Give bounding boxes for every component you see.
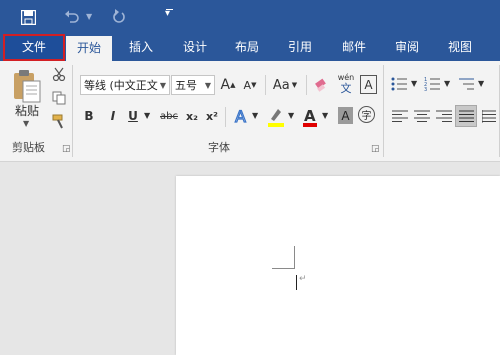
tab-file[interactable]: 文件 bbox=[3, 34, 65, 61]
save-icon[interactable] bbox=[21, 10, 36, 25]
character-border-label: A bbox=[364, 77, 373, 92]
tab-view[interactable]: 视图 bbox=[437, 34, 483, 61]
font-color-icon[interactable]: A bbox=[302, 106, 318, 128]
tab-review[interactable]: 审阅 bbox=[384, 34, 430, 61]
svg-text:3: 3 bbox=[424, 87, 427, 92]
grow-font-button[interactable]: A ▲ bbox=[219, 75, 237, 95]
change-case-label: Aa bbox=[272, 77, 290, 93]
font-size-combobox[interactable]: 五号 ▼ bbox=[171, 75, 215, 95]
tab-mailings[interactable]: 邮件 bbox=[331, 34, 377, 61]
ribbon: 粘贴 ▼ 剪贴板 ◲ 等线 (中文正文 ▼ 五号 ▼ A ▲ A ▼ Aa ▼ wén… bbox=[0, 61, 500, 162]
tab-references[interactable]: 引用 bbox=[277, 34, 323, 61]
text-effects-dropdown-icon[interactable]: ▼ bbox=[252, 111, 258, 120]
undo-dropdown-icon[interactable]: ▼ bbox=[86, 12, 92, 21]
margin-corner-mark bbox=[272, 268, 295, 269]
phonetic-guide-char: 文 bbox=[340, 82, 352, 95]
underline-button[interactable]: U bbox=[126, 107, 140, 125]
paste-dropdown-icon[interactable]: ▼ bbox=[23, 119, 29, 128]
svg-text:A: A bbox=[235, 107, 246, 125]
phonetic-guide-pinyin: wén bbox=[337, 73, 355, 82]
enclose-characters-button[interactable]: 字 bbox=[358, 106, 375, 123]
tab-home[interactable]: 开始 bbox=[66, 36, 112, 61]
font-color-dropdown-icon[interactable]: ▼ bbox=[322, 111, 328, 120]
clipboard-dialog-launcher-icon[interactable]: ◲ bbox=[62, 144, 71, 154]
document-page[interactable]: ↵ bbox=[176, 176, 500, 355]
justify-icon bbox=[459, 110, 474, 122]
character-shading-label: A bbox=[341, 108, 350, 123]
bullets-icon[interactable] bbox=[391, 76, 409, 92]
character-shading-button[interactable]: A bbox=[338, 107, 353, 124]
ribbon-tab-bar: 文件 开始 插入 设计 布局 引用 邮件 审阅 视图 bbox=[0, 34, 500, 61]
numbering-dropdown-icon[interactable]: ▼ bbox=[444, 79, 450, 88]
redo-icon[interactable] bbox=[112, 9, 126, 24]
text-effects-icon[interactable]: A bbox=[233, 107, 249, 125]
subscript-button[interactable]: x₂ bbox=[183, 107, 201, 125]
inline-divider bbox=[306, 75, 307, 95]
align-left-icon[interactable] bbox=[392, 110, 408, 123]
inline-divider bbox=[225, 107, 226, 127]
svg-text:A: A bbox=[304, 107, 316, 125]
group-divider bbox=[72, 65, 73, 157]
clipboard-group-label: 剪贴板 bbox=[12, 141, 45, 154]
paragraph-mark-icon: ↵ bbox=[299, 274, 307, 284]
shrink-font-button[interactable]: A ▼ bbox=[241, 75, 259, 95]
font-name-combobox[interactable]: 等线 (中文正文 ▼ bbox=[80, 75, 170, 95]
font-dialog-launcher-icon[interactable]: ◲ bbox=[371, 144, 380, 154]
copy-icon[interactable] bbox=[52, 91, 66, 105]
inline-divider bbox=[265, 75, 266, 95]
cut-icon[interactable] bbox=[52, 67, 66, 81]
chevron-down-icon: ▼ bbox=[159, 81, 166, 90]
numbering-icon[interactable]: 1 2 3 bbox=[424, 76, 442, 92]
character-border-button[interactable]: A bbox=[360, 75, 377, 94]
font-size-value: 五号 bbox=[175, 79, 197, 92]
distributed-icon[interactable] bbox=[482, 110, 496, 123]
tab-insert[interactable]: 插入 bbox=[118, 34, 164, 61]
tab-design[interactable]: 设计 bbox=[172, 34, 218, 61]
justify-button[interactable] bbox=[455, 105, 477, 127]
clear-formatting-icon[interactable] bbox=[314, 77, 330, 93]
multilevel-dropdown-icon[interactable]: ▼ bbox=[478, 79, 484, 88]
group-divider bbox=[383, 65, 384, 157]
chevron-down-icon: ▼ bbox=[204, 81, 211, 90]
bold-button[interactable]: B bbox=[82, 107, 96, 125]
align-right-icon[interactable] bbox=[436, 110, 452, 123]
change-case-button[interactable]: Aa ▼ bbox=[270, 75, 300, 95]
tab-layout[interactable]: 布局 bbox=[224, 34, 270, 61]
paste-icon[interactable] bbox=[12, 69, 42, 103]
undo-icon[interactable] bbox=[64, 10, 80, 24]
enclose-characters-label: 字 bbox=[361, 111, 372, 122]
superscript-button[interactable]: x² bbox=[203, 107, 221, 125]
font-name-value: 等线 (中文正文 bbox=[84, 79, 158, 92]
title-bar: ▼ ▾ bbox=[0, 0, 500, 34]
format-painter-icon[interactable] bbox=[52, 114, 67, 129]
align-center-icon[interactable] bbox=[414, 110, 430, 123]
strikethrough-button[interactable]: abc bbox=[158, 107, 180, 125]
underline-dropdown-icon[interactable]: ▼ bbox=[144, 111, 150, 120]
highlight-color-icon[interactable] bbox=[267, 106, 285, 128]
margin-corner-mark bbox=[294, 246, 295, 268]
highlight-dropdown-icon[interactable]: ▼ bbox=[288, 111, 294, 120]
italic-button[interactable]: I bbox=[106, 107, 120, 125]
phonetic-guide-button[interactable]: wén 文 bbox=[336, 73, 356, 97]
font-group-label: 字体 bbox=[208, 141, 230, 154]
text-cursor bbox=[296, 275, 297, 290]
paste-button-label[interactable]: 粘贴 bbox=[10, 103, 44, 118]
bullets-dropdown-icon[interactable]: ▼ bbox=[411, 79, 417, 88]
multilevel-list-icon[interactable] bbox=[458, 76, 476, 92]
